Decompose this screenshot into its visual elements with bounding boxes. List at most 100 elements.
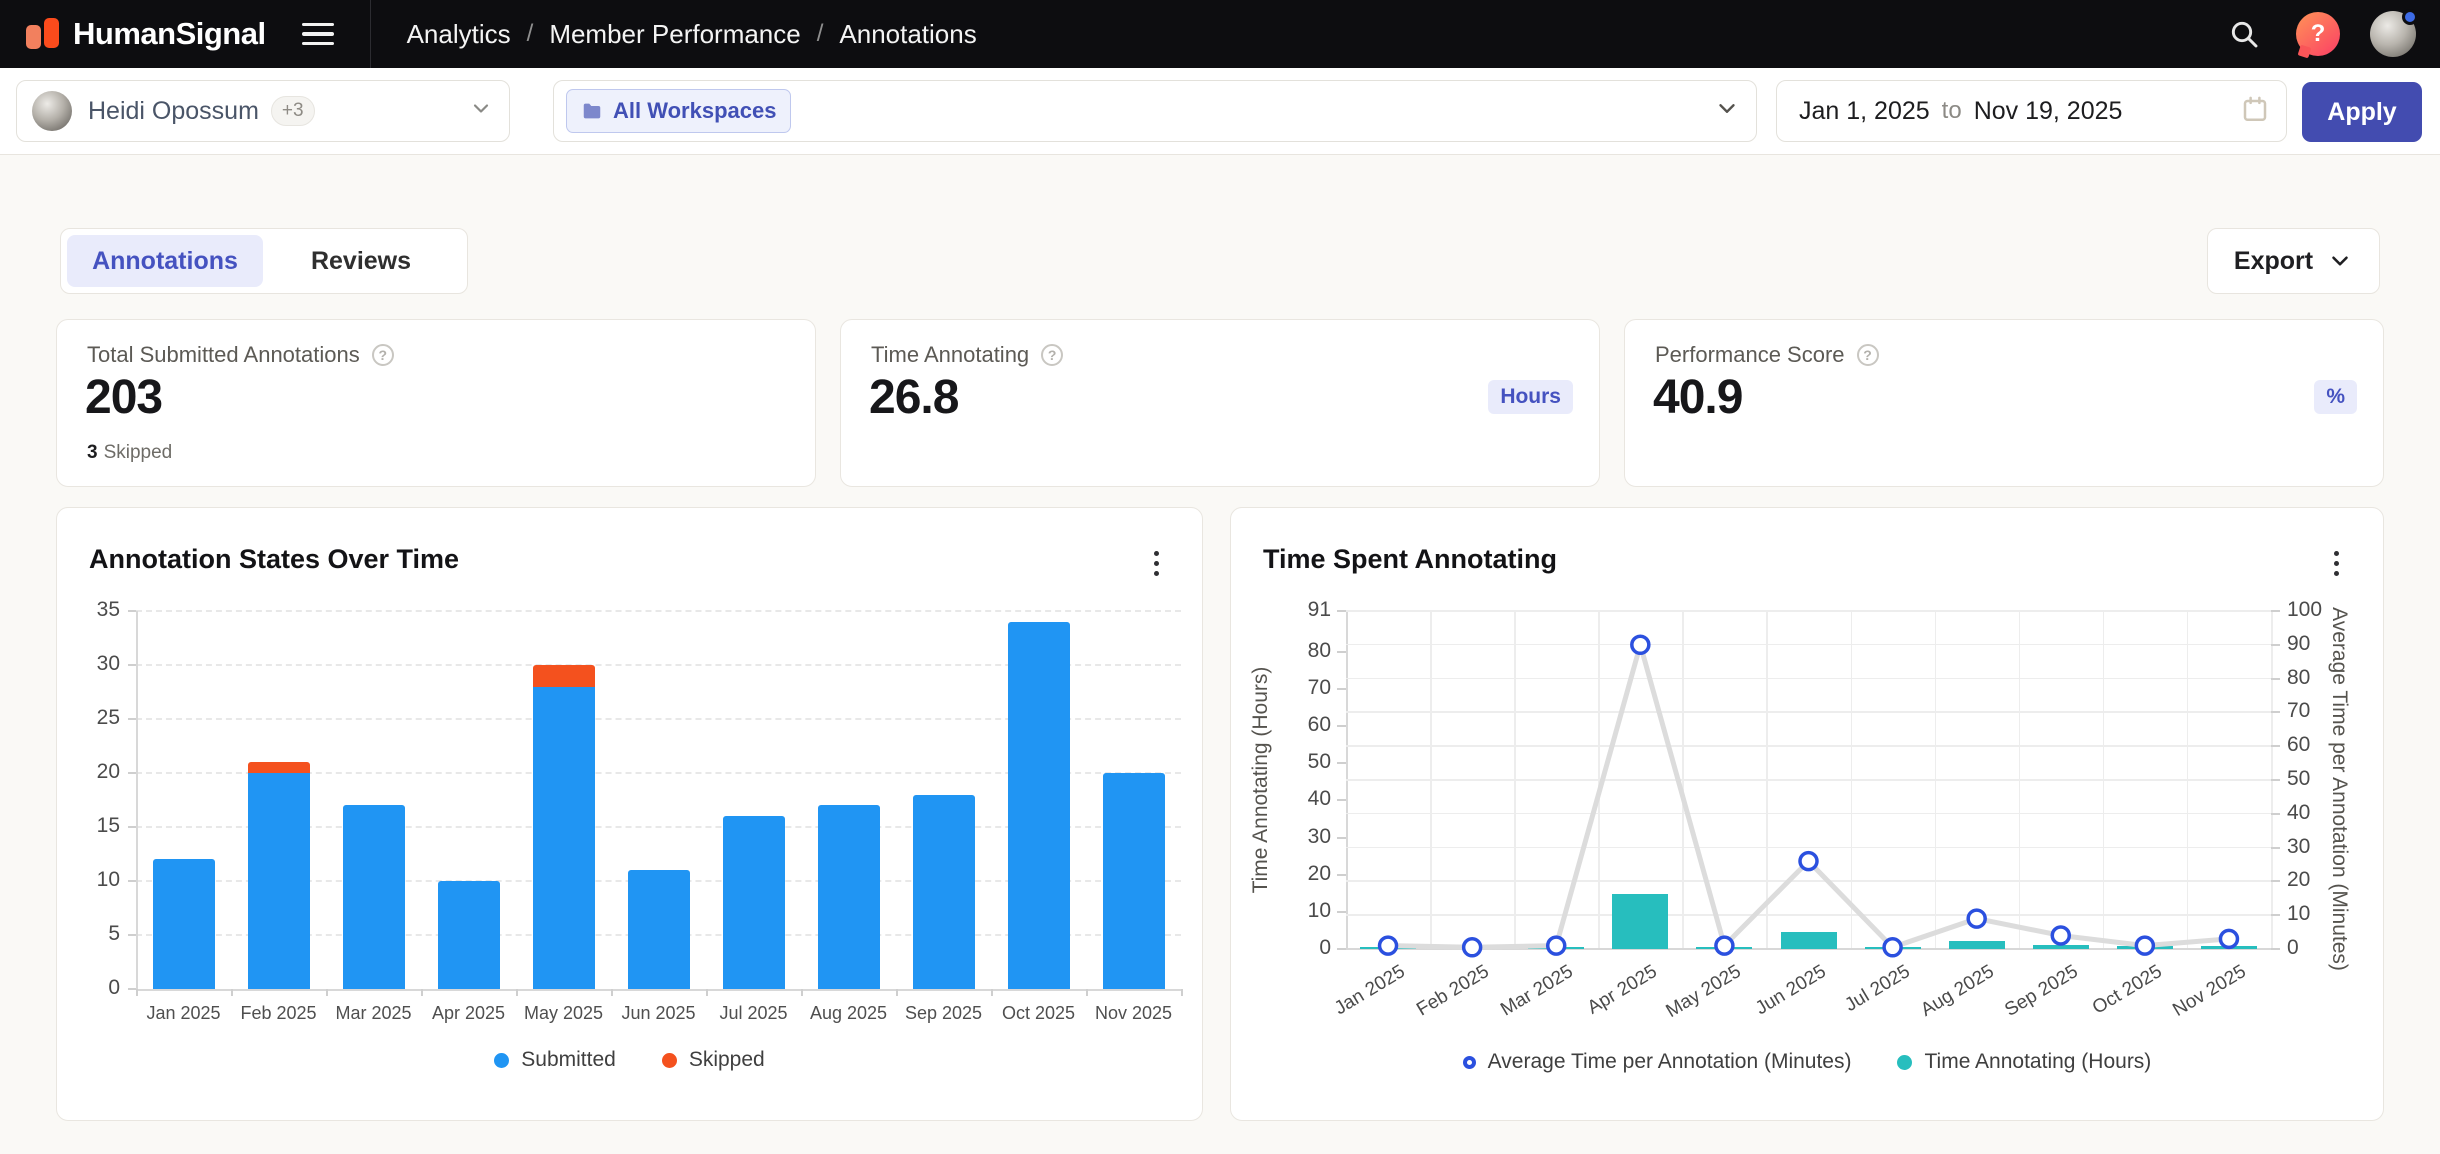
calendar-icon (2240, 94, 2270, 129)
user-menu-button[interactable] (2370, 11, 2416, 57)
export-button[interactable]: Export (2207, 228, 2380, 294)
chart-menu-button[interactable] (2319, 546, 2353, 580)
left-axis-tick (1337, 762, 1346, 764)
analytics-page: HumanSignal Analytics / Member Performan… (0, 0, 2440, 1154)
legend-label: Time Annotating (Hours) (1924, 1050, 2151, 1074)
legend-dot-icon (494, 1053, 509, 1068)
left-axis-tick (1337, 725, 1346, 727)
x-axis-category-label: Jun 2025 (611, 1003, 706, 1024)
x-axis-tick (136, 989, 138, 996)
line-marker (1884, 939, 1901, 956)
view-tabs: Annotations Reviews (60, 228, 468, 294)
x-axis-category-label: May 2025 (516, 1003, 611, 1024)
legend-item-time-annotating-hours-[interactable]: Time Annotating (Hours) (1897, 1050, 2151, 1074)
date-range-input[interactable]: Jan 1, 2025 to Nov 19, 2025 (1776, 80, 2287, 142)
x-axis-tick (1181, 989, 1183, 996)
folder-icon (581, 100, 603, 122)
x-axis-tick (991, 989, 993, 996)
humansignal-logo-icon (26, 15, 60, 53)
legend-item-average-time-per-annotation-minutes-[interactable]: Average Time per Annotation (Minutes) (1463, 1050, 1852, 1074)
search-button[interactable] (2228, 18, 2260, 50)
left-axis-tick-label: 10 (1271, 899, 1331, 923)
left-axis-tick-label: 80 (1271, 639, 1331, 663)
menu-toggle-button[interactable] (302, 17, 340, 51)
left-axis-tick (1337, 610, 1346, 612)
skipped-label: Skipped (104, 442, 173, 463)
y-axis-line (136, 611, 138, 989)
help-button[interactable]: ? (2296, 12, 2340, 56)
date-start: Jan 1, 2025 (1799, 97, 1930, 126)
breadcrumb-analytics[interactable]: Analytics (407, 19, 511, 50)
right-axis-tick (2271, 745, 2280, 747)
line-marker (2136, 937, 2153, 954)
legend-item-submitted[interactable]: Submitted (494, 1048, 616, 1072)
date-separator: to (1942, 97, 1962, 125)
left-axis-title: Time Annotating (Hours) (1249, 611, 1273, 949)
metric-label: Time Annotating (871, 342, 1029, 368)
y-axis-tick-label: 30 (70, 652, 120, 676)
chevron-down-icon (2327, 248, 2353, 274)
search-icon (2228, 18, 2260, 50)
help-circle-icon[interactable]: ? (372, 344, 394, 366)
right-axis-tick (2271, 948, 2280, 950)
x-axis-category-label: Aug 2025 (801, 1003, 896, 1024)
bar-submitted (818, 805, 880, 989)
metric-value: 203 (85, 370, 162, 425)
left-axis-tick-label: 0 (1271, 936, 1331, 960)
brand-name: HumanSignal (73, 16, 266, 52)
chart-menu-button[interactable] (1139, 546, 1173, 580)
filter-bar: Heidi Opossum +3 All Workspaces Jan 1, 2… (0, 68, 2440, 155)
x-axis-category-label: Nov 2025 (1086, 1003, 1181, 1024)
tab-reviews[interactable]: Reviews (263, 235, 459, 287)
x-axis-tick (611, 989, 613, 996)
left-axis-tick (1337, 948, 1346, 950)
x-axis-tick (896, 989, 898, 996)
legend-item-skipped[interactable]: Skipped (662, 1048, 765, 1072)
x-axis-category-label: Oct 2025 (991, 1003, 1086, 1024)
line-marker (1716, 937, 1733, 954)
chart-title: Annotation States Over Time (89, 544, 459, 575)
time-spent-body: 0102030405060708090100010203040506070809… (1231, 508, 2383, 1120)
y-axis-tick-label: 20 (70, 760, 120, 784)
left-axis-tick (1337, 874, 1346, 876)
right-axis-tick (2271, 610, 2280, 612)
help-circle-icon[interactable]: ? (1041, 344, 1063, 366)
y-axis-tick-label: 35 (70, 598, 120, 622)
workspace-chip[interactable]: All Workspaces (566, 89, 791, 133)
bar-submitted (1103, 773, 1165, 989)
time-spent-card: 0102030405060708090100010203040506070809… (1230, 507, 2384, 1121)
member-selector[interactable]: Heidi Opossum +3 (16, 80, 510, 142)
left-axis-tick (1337, 651, 1346, 653)
left-axis-tick (1337, 837, 1346, 839)
x-axis-tick (516, 989, 518, 996)
breadcrumb-member-performance[interactable]: Member Performance (549, 19, 800, 50)
apply-button[interactable]: Apply (2302, 82, 2422, 142)
date-end: Nov 19, 2025 (1974, 97, 2123, 126)
online-status-badge (2402, 9, 2418, 25)
right-axis-tick (2271, 813, 2280, 815)
y-axis-tick (128, 772, 136, 774)
help-circle-icon[interactable]: ? (1857, 344, 1879, 366)
right-axis-tick (2271, 847, 2280, 849)
right-axis-tick (2271, 880, 2280, 882)
x-axis-line (136, 989, 1181, 991)
legend-label: Submitted (521, 1048, 616, 1072)
right-axis-tick (2271, 678, 2280, 680)
left-axis-tick (1337, 799, 1346, 801)
left-axis-tick-label: 40 (1271, 787, 1331, 811)
bar-submitted (628, 870, 690, 989)
x-axis-tick (326, 989, 328, 996)
y-axis-tick-label: 25 (70, 706, 120, 730)
hamburger-icon (302, 23, 334, 27)
y-axis-tick (128, 880, 136, 882)
bar-submitted (248, 773, 310, 989)
line-path (1388, 645, 2229, 948)
brand-home-link[interactable]: HumanSignal (26, 15, 266, 53)
average-time-line (1346, 611, 2271, 969)
metric-value: 26.8 (869, 370, 958, 425)
member-avatar (32, 91, 72, 131)
tab-annotations[interactable]: Annotations (67, 235, 263, 287)
workspace-selector[interactable]: All Workspaces (553, 80, 1757, 142)
gridline (136, 610, 1181, 612)
breadcrumb-annotations[interactable]: Annotations (839, 19, 976, 50)
